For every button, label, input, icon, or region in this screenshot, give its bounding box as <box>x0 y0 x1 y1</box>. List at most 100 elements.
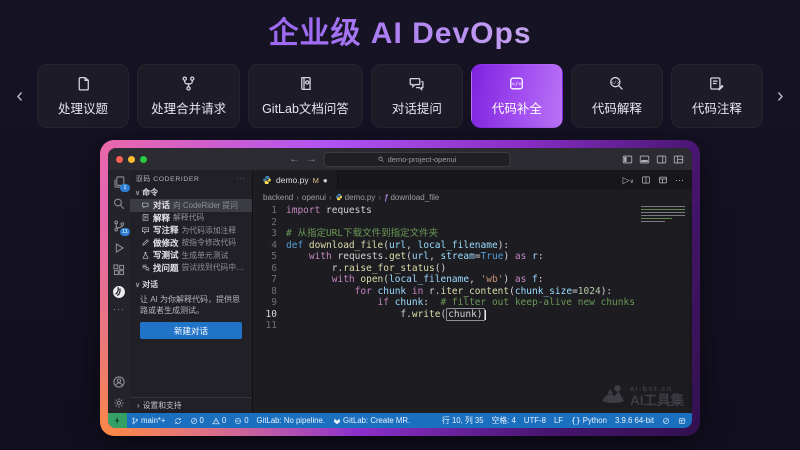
nav-back-icon[interactable]: ← <box>290 154 300 165</box>
tab-demo-py[interactable]: demo.py M ● <box>253 170 338 190</box>
chat-section-header[interactable]: ∨ 对话 <box>130 278 252 291</box>
close-window-button[interactable] <box>116 156 123 163</box>
status-left-1[interactable] <box>170 413 186 428</box>
status-left-5[interactable]: GitLab: No pipeline. <box>253 413 329 428</box>
run-python-button[interactable]: ▷∨ <box>623 175 634 186</box>
svg-text:</>: </> <box>512 82 523 88</box>
code-line-2[interactable]: 2 <box>253 217 692 229</box>
cmd-edit-icon <box>141 238 150 247</box>
lightning-icon <box>113 416 122 425</box>
activity-more-icon[interactable]: ··· <box>113 307 125 311</box>
command-2[interactable]: 写注释 为代码添加注释 <box>130 224 252 237</box>
code-line-11[interactable]: 11 <box>253 320 692 332</box>
feature-tab-code-complete[interactable]: </> 代码补全 <box>471 64 563 128</box>
status-left-3[interactable]: 0 <box>208 413 230 428</box>
branch-icon <box>131 417 139 425</box>
watermark: ai-bot.cn AI工具集 <box>601 384 684 409</box>
new-chat-button[interactable]: 新建对话 <box>140 322 242 339</box>
status-left-2[interactable]: 0 <box>186 413 208 428</box>
panel-left-icon[interactable] <box>622 154 633 165</box>
breadcrumb-item[interactable]: openui <box>302 193 326 202</box>
status-right-3[interactable]: LF <box>550 413 567 428</box>
panel-bottom-icon[interactable] <box>639 154 650 165</box>
feature-tab-code-comment[interactable]: 代码注释 <box>671 64 763 128</box>
unsaved-dot-icon[interactable]: ● <box>323 176 328 185</box>
command-5[interactable]: 找问题 尝试找到代码中的坏... <box>130 262 252 275</box>
status-right-2[interactable]: UTF-8 <box>520 413 550 428</box>
feature-tab-label: GitLab文档问答 <box>262 98 349 117</box>
feature-tab-code-explain[interactable]: </> 代码解释 <box>571 64 663 128</box>
carousel-next-button[interactable]: › <box>771 86 790 106</box>
nav-forward-icon[interactable]: → <box>307 154 317 165</box>
code-line-9[interactable]: 9 if chunk: # filter out keep-alive new … <box>253 297 692 309</box>
activity-search-icon[interactable] <box>112 197 126 211</box>
feature-tab-merge-request[interactable]: 处理合并请求 <box>137 64 240 128</box>
code-line-8[interactable]: 8 for chunk in r.iter_content(chunk_size… <box>253 286 692 298</box>
feature-tab-chat[interactable]: 对话提问 <box>371 64 463 128</box>
command-3[interactable]: 做修改 按指令修改代码 <box>130 237 252 250</box>
split-editor-icon[interactable] <box>641 175 651 185</box>
code-comment-icon <box>708 75 725 92</box>
sidebar-title: 驭码 CODERIDER <box>136 173 199 183</box>
maximize-window-button[interactable] <box>140 156 147 163</box>
code-line-6[interactable]: 6 r.raise_for_status() <box>253 263 692 275</box>
status-left-4[interactable]: 0 <box>230 413 252 428</box>
status-right-1[interactable]: 空格: 4 <box>488 413 520 428</box>
activity-settings-icon[interactable] <box>112 396 126 410</box>
doc-qa-icon <box>297 75 314 92</box>
editor-scrollbar[interactable] <box>689 204 692 413</box>
code-line-5[interactable]: 5 with requests.get(url, stream=True) as… <box>253 251 692 263</box>
status-right-7[interactable] <box>674 413 690 428</box>
code-line-1[interactable]: 1import requests <box>253 205 692 217</box>
status-right-4[interactable]: {} Python <box>567 413 611 428</box>
feature-tab-doc-qa[interactable]: GitLab文档问答 <box>248 64 363 128</box>
issue-icon <box>75 75 92 92</box>
breadcrumb-item[interactable]: backend <box>263 193 293 202</box>
activity-run-debug-icon[interactable] <box>112 241 126 255</box>
command-center-search[interactable]: demo-project-openui <box>324 152 511 167</box>
code-line-4[interactable]: 4def download_file(url, local_filename): <box>253 240 692 252</box>
feature-tab-issue[interactable]: 处理议题 <box>37 64 129 128</box>
code-line-3[interactable]: 3# 从指定URL下载文件到指定文件夹 <box>253 228 692 240</box>
feature-tab-label: 处理合并请求 <box>151 98 226 117</box>
settings-support-link[interactable]: › 设置和支持 <box>130 397 252 413</box>
sync-icon <box>174 417 182 425</box>
minimap[interactable] <box>641 206 685 222</box>
chevron-down-icon: ∨ <box>135 281 140 289</box>
status-right-0[interactable]: 行 10, 列 35 <box>438 413 488 428</box>
command-0[interactable]: 对话 向 CodeRider 提问 <box>130 199 252 212</box>
activity-coderider-icon[interactable] <box>112 285 126 299</box>
more-actions-icon[interactable]: ··· <box>675 175 684 185</box>
panel-right-icon[interactable] <box>656 154 667 165</box>
sidebar-more-icon[interactable]: ··· <box>236 175 246 182</box>
cmd-comment-icon <box>141 226 150 235</box>
minimize-window-button[interactable] <box>128 156 135 163</box>
command-4[interactable]: 写测试 生成单元测试 <box>130 249 252 262</box>
commands-section-header[interactable]: ∨ 命令 <box>130 186 252 199</box>
code-line-10[interactable]: 10 f.write(chunk) <box>253 309 692 321</box>
status-left-6[interactable]: GitLab: Create MR. <box>329 413 414 428</box>
chat-hint-text: 让 AI 为你解释代码，提供思路或者生成测试。 <box>130 291 252 318</box>
watermark-site: ai-bot.cn <box>630 386 684 393</box>
code-line-7[interactable]: 7 with open(local_filename, 'wb') as f: <box>253 274 692 286</box>
code-view[interactable]: 1import requests 2 3# 从指定URL下载文件到指定文件夹 4… <box>253 204 692 413</box>
chevron-right-icon: › <box>137 401 140 410</box>
ai-bot-logo-icon <box>601 384 625 409</box>
activity-source-control-icon[interactable]: 11 <box>112 219 126 233</box>
status-right-6[interactable] <box>658 413 674 428</box>
breadcrumb-item[interactable]: ƒdownload_file <box>384 193 439 202</box>
layout-grid-icon[interactable] <box>673 154 684 165</box>
status-right-5[interactable]: 3.9.6 64-bit <box>611 413 658 428</box>
warning-icon <box>212 417 220 425</box>
activity-extensions-icon[interactable] <box>112 263 126 277</box>
activity-account-icon[interactable] <box>112 375 126 389</box>
editor-layout-icon[interactable] <box>658 175 668 185</box>
carousel-prev-button[interactable]: ‹ <box>10 86 29 106</box>
status-left-0[interactable]: main*+ <box>127 413 170 428</box>
tanuki-icon <box>333 417 341 425</box>
breadcrumb-item[interactable]: demo.py <box>335 193 376 202</box>
command-1[interactable]: 解释 解释代码 <box>130 212 252 225</box>
remote-indicator[interactable] <box>108 413 127 428</box>
activity-explorer-icon[interactable]: 1 <box>112 175 126 189</box>
vscode-window: ← → demo-project-openui 1 11 <box>108 148 692 428</box>
